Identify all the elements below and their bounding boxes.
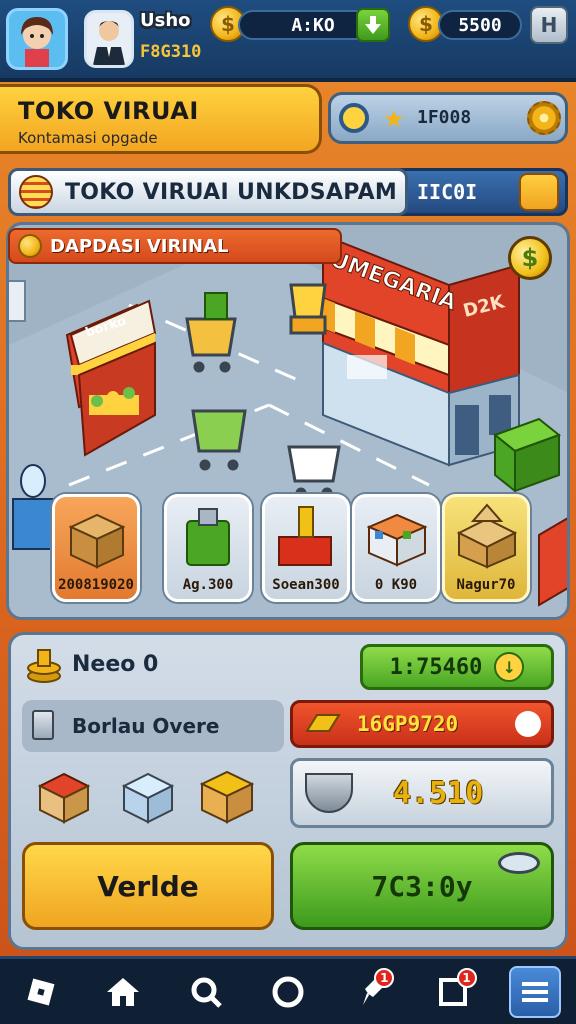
status-panel: ★ 1F008 bbox=[328, 92, 568, 144]
character-avatar[interactable] bbox=[84, 10, 134, 68]
coin-icon bbox=[18, 234, 42, 258]
bottom-nav: 1 1 bbox=[0, 956, 576, 1024]
down-arrow-icon bbox=[365, 16, 381, 34]
store-code-bar: IIC0I bbox=[396, 168, 568, 216]
red-box-icon[interactable] bbox=[36, 766, 92, 828]
green-bag bbox=[204, 292, 228, 320]
search-icon[interactable] bbox=[339, 103, 369, 133]
nav-circle[interactable] bbox=[262, 966, 314, 1018]
plate-icon bbox=[498, 852, 540, 874]
game-title: TOKO VIRUAI bbox=[18, 97, 199, 125]
coin-stack-icon bbox=[19, 175, 53, 209]
collect-value: 1:75460 bbox=[389, 654, 483, 680]
green-action-value: 7C3:0y bbox=[371, 869, 473, 903]
shopping-cart-4[interactable] bbox=[289, 283, 327, 335]
dollar-icon: $ bbox=[521, 244, 539, 272]
gold-bar-icon bbox=[305, 714, 341, 732]
nav-roblox[interactable] bbox=[15, 966, 67, 1018]
item-card-1[interactable]: 200819020 bbox=[52, 494, 140, 602]
add-currency-button[interactable] bbox=[356, 8, 390, 42]
item-label: Nagur70 bbox=[456, 577, 516, 593]
item-label: 200819020 bbox=[58, 577, 134, 593]
currency-2-value: 5500 bbox=[458, 14, 502, 36]
yellow-action-label: Verlde bbox=[97, 869, 199, 903]
menu-icon bbox=[521, 981, 548, 1002]
star-icon: ★ bbox=[383, 105, 405, 133]
nav-search[interactable] bbox=[180, 966, 232, 1018]
green-luggage-icon bbox=[186, 508, 230, 566]
map-label-text: DAPDASI VIRINAL bbox=[50, 235, 229, 257]
down-arrow-icon: ↓ bbox=[494, 652, 525, 682]
store-bar[interactable]: TOKO VIRUAI UNKDSAPAM bbox=[8, 168, 408, 216]
coin-stack-icon bbox=[26, 646, 62, 688]
game-subtitle: Kontamasi opgade bbox=[18, 129, 158, 147]
player-name: Usho bbox=[140, 10, 191, 31]
item-label: Soean300 bbox=[272, 577, 340, 593]
player-id: F8G310 bbox=[140, 42, 202, 62]
home-icon bbox=[107, 977, 140, 1006]
gold-box-icon[interactable] bbox=[198, 764, 256, 828]
nav-menu[interactable] bbox=[508, 965, 561, 1018]
cardboard-box-icon bbox=[68, 513, 126, 569]
nav-home[interactable] bbox=[97, 966, 149, 1018]
yellow-action-button[interactable]: Verlde bbox=[22, 842, 274, 930]
map-label: DAPDASI VIRINAL bbox=[8, 228, 342, 264]
item-card-5[interactable]: Nagur70 bbox=[442, 494, 530, 602]
cash-register-icon bbox=[278, 506, 332, 566]
title-banner: TOKO VIRUAI Kontamasi opgade bbox=[0, 84, 322, 154]
nav-pin[interactable]: 1 bbox=[344, 966, 396, 1018]
gear-icon[interactable] bbox=[527, 101, 561, 135]
status-value: 1F008 bbox=[417, 107, 472, 128]
store-code: IIC0I bbox=[417, 180, 478, 204]
settings-button[interactable]: H bbox=[530, 6, 568, 44]
collect-button[interactable]: 1:75460 ↓ bbox=[360, 644, 554, 690]
item-card-3[interactable]: Soean300 bbox=[262, 494, 350, 602]
dollar-button[interactable]: $ bbox=[508, 236, 552, 280]
row1-label: Neeo 0 bbox=[72, 652, 159, 677]
upgrade-button[interactable]: 16GP9720 bbox=[290, 700, 554, 748]
currency-1-value: A:KO bbox=[291, 14, 335, 36]
player-avatar[interactable] bbox=[6, 8, 68, 70]
device-icon bbox=[32, 710, 54, 740]
settings-label: H bbox=[540, 13, 558, 37]
bowl-icon bbox=[305, 773, 353, 813]
item-card-2[interactable]: Ag.300 bbox=[164, 494, 252, 602]
nav-square[interactable]: 1 bbox=[427, 966, 479, 1018]
glass-box-icon[interactable] bbox=[120, 766, 176, 828]
currency-2-pill: 5500 bbox=[438, 10, 522, 40]
item-card-4[interactable]: 0 K90 bbox=[352, 494, 440, 602]
feather-icon bbox=[515, 711, 541, 737]
search-icon bbox=[191, 977, 222, 1008]
box-icon[interactable] bbox=[519, 173, 559, 211]
row2-label: Borlau Overe bbox=[72, 714, 220, 738]
store-title: TOKO VIRUAI UNKDSAPAM bbox=[65, 179, 398, 205]
open-box-icon bbox=[456, 503, 518, 569]
bowl-button[interactable]: 4.510 bbox=[290, 758, 554, 828]
logo-icon bbox=[27, 978, 55, 1005]
upgrade-value: 16GP9720 bbox=[357, 712, 459, 736]
left-shelf bbox=[9, 280, 26, 322]
item-label: 0 K90 bbox=[374, 577, 418, 593]
bowl-value: 4.510 bbox=[393, 775, 484, 811]
product-crate-icon bbox=[366, 513, 428, 567]
notification-badge: 1 bbox=[374, 967, 395, 988]
notification-badge: 1 bbox=[456, 967, 477, 988]
item-label: Ag.300 bbox=[182, 577, 234, 593]
circle-icon bbox=[272, 976, 304, 1007]
